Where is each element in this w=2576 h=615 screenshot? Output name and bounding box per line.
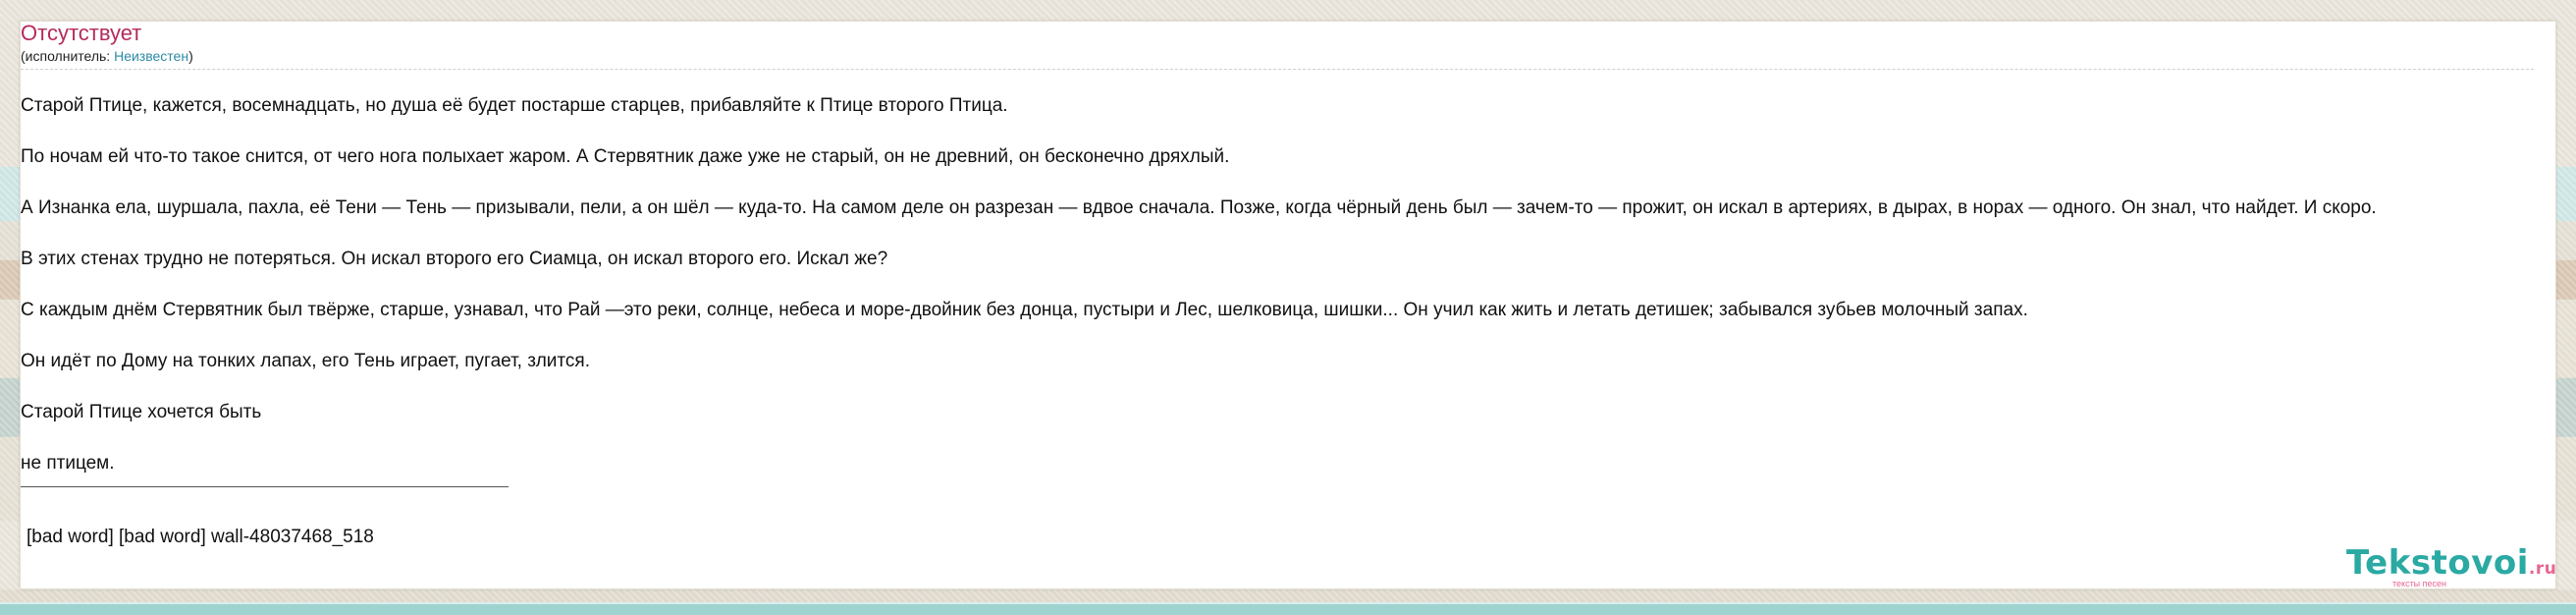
song-title: Отсутствует (21, 21, 142, 45)
lyrics-line: С каждым днём Стервятник был твёрже, ста… (21, 300, 2028, 320)
logo-suffix: .ru (2528, 559, 2557, 579)
lyrics-line: Старой Птице хочется быть (21, 402, 262, 422)
source-footer: [bad word] [bad word] wall-48037468_518 (27, 527, 374, 547)
artist-prefix: (исполнитель: (21, 48, 115, 64)
lyrics-line: Он идёт по Дому на тонких лапах, его Тен… (21, 351, 590, 371)
lyrics-line: А Изнанка ела, шуршала, пахла, её Тени —… (21, 197, 2377, 218)
page-bottom-band (0, 602, 2576, 615)
artist-suffix: ) (188, 48, 193, 64)
logo-tagline: тексты песен (2392, 579, 2447, 588)
lyrics-line: Старой Птице, кажется, восемнадцать, но … (21, 95, 1008, 116)
logo-name: Tekstovoi (2346, 543, 2529, 583)
lyrics-text: Старой Птице, кажется, восемнадцать, но … (21, 81, 2573, 489)
lyrics-line: не птицем. (21, 453, 115, 474)
site-logo[interactable]: Tekstovoi.ru (2346, 546, 2556, 586)
song-header: Отсутствует (исполнитель: Неизвестен) (21, 20, 2534, 70)
lyrics-line: В этих стенах трудно не потеряться. Он и… (21, 249, 888, 269)
lyrics-separator (21, 486, 509, 487)
artist-link[interactable]: Неизвестен (114, 48, 188, 64)
lyrics-line: По ночам ей что-то такое снится, от чего… (21, 146, 1230, 167)
artist-line: (исполнитель: Неизвестен) (21, 47, 2534, 65)
